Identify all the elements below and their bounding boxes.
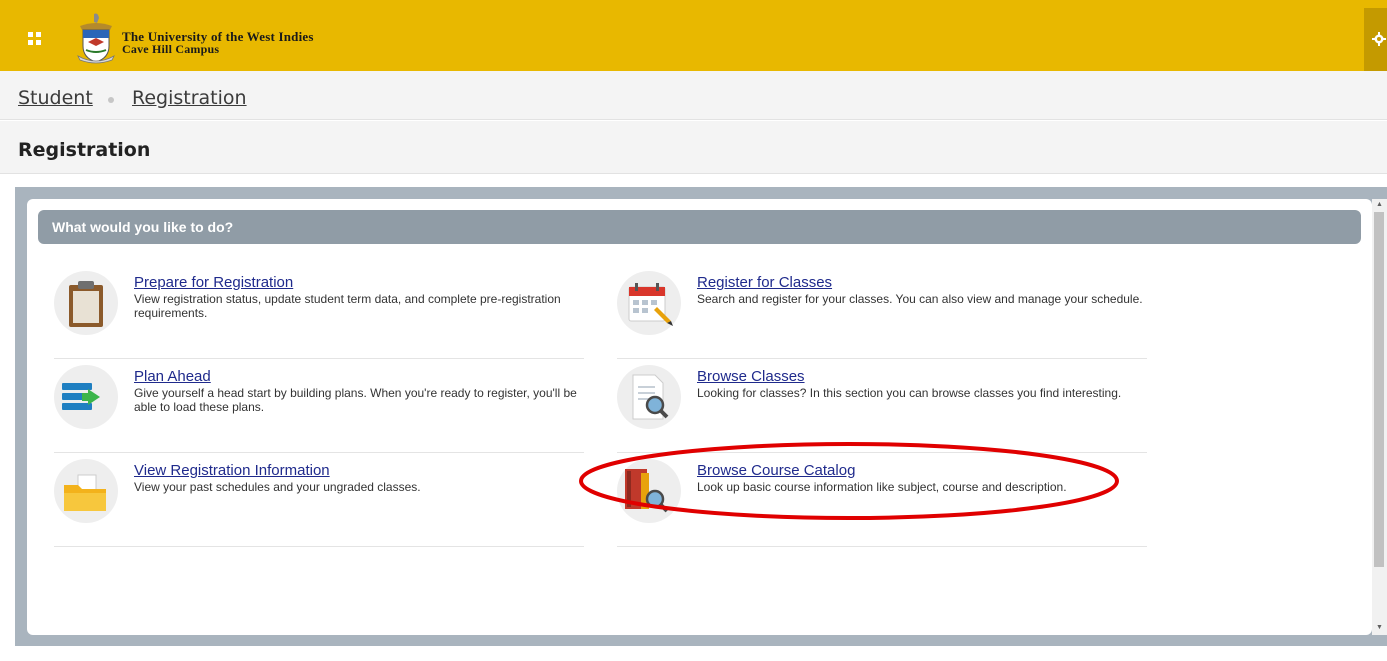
action-description: Look up basic course information like su… <box>697 480 1067 494</box>
top-header: The University of the West Indies Cave H… <box>0 0 1387 71</box>
section-heading: What would you like to do? <box>52 219 234 235</box>
page-title-bar: Registration <box>0 121 1387 174</box>
breadcrumb-registration-link[interactable]: Registration <box>132 87 247 109</box>
scroll-up-arrow-icon[interactable]: ▲ <box>1376 201 1383 208</box>
scrollbar-thumb[interactable] <box>1374 212 1384 567</box>
clipboard-icon <box>54 271 118 335</box>
action-plan-ahead[interactable]: Plan Ahead Give yourself a head start by… <box>54 365 584 453</box>
action-description: View registration status, update student… <box>134 292 561 320</box>
action-view-registration-information[interactable]: View Registration Information View your … <box>54 459 584 547</box>
university-name: The University of the West Indies Cave H… <box>122 30 314 56</box>
folder-icon <box>54 459 118 523</box>
calendar-icon <box>617 271 681 335</box>
action-description: Looking for classes? In this section you… <box>697 386 1122 400</box>
action-title[interactable]: Register for Classes <box>697 274 832 291</box>
plan-list-icon <box>54 365 118 429</box>
settings-tab[interactable] <box>1364 8 1387 71</box>
breadcrumb-student-link[interactable]: Student <box>18 87 93 109</box>
action-title[interactable]: Browse Course Catalog <box>697 462 855 479</box>
gear-icon[interactable] <box>1372 32 1386 46</box>
action-description: View your past schedules and your ungrad… <box>134 480 421 494</box>
scroll-down-arrow-icon[interactable]: ▼ <box>1376 624 1383 631</box>
action-browse-course-catalog[interactable]: Browse Course Catalog Look up basic cour… <box>617 459 1147 547</box>
action-title[interactable]: Plan Ahead <box>134 368 211 385</box>
document-search-icon <box>617 365 681 429</box>
action-title[interactable]: View Registration Information <box>134 462 330 479</box>
action-prepare-for-registration[interactable]: Prepare for Registration View registrati… <box>54 271 584 359</box>
page-title: Registration <box>18 139 151 161</box>
university-name-line2: Cave Hill Campus <box>122 42 220 56</box>
action-description: Give yourself a head start by building p… <box>134 386 577 414</box>
breadcrumb: Student Registration <box>0 71 1387 120</box>
action-title[interactable]: Prepare for Registration <box>134 274 293 291</box>
university-crest-logo <box>74 12 118 64</box>
action-title[interactable]: Browse Classes <box>697 368 805 385</box>
action-register-for-classes[interactable]: Register for Classes Search and register… <box>617 271 1147 359</box>
section-header: What would you like to do? <box>38 210 1361 244</box>
action-browse-classes[interactable]: Browse Classes Looking for classes? In t… <box>617 365 1147 453</box>
breadcrumb-separator <box>108 97 114 103</box>
catalog-search-icon <box>617 459 681 523</box>
apps-menu-icon[interactable] <box>28 32 42 46</box>
action-description: Search and register for your classes. Yo… <box>697 292 1143 306</box>
